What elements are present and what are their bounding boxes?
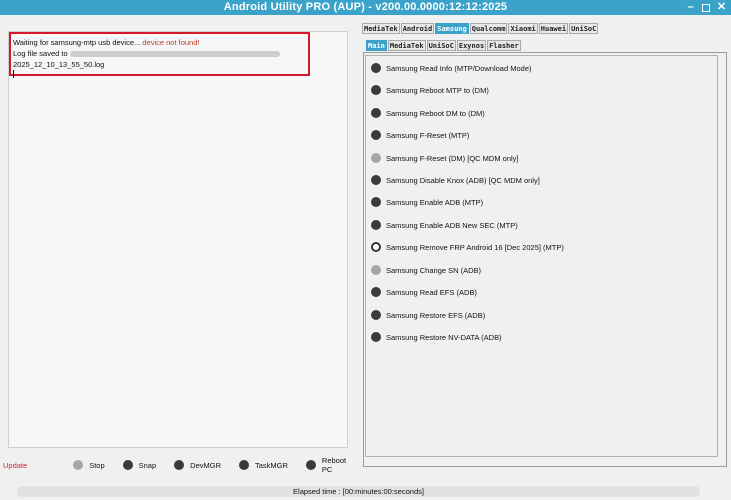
log-waiting-text: Waiting for samsung-mtp usb device...: [13, 38, 143, 47]
tab-xiaomi[interactable]: Xiaomi: [508, 23, 538, 34]
taskmgr-button[interactable]: TaskMGR: [239, 460, 288, 470]
stop-indicator-icon: [73, 460, 84, 470]
subtab-main[interactable]: Main: [366, 40, 387, 51]
op-label: Samsung Read Info (MTP/Download Mode): [386, 63, 532, 73]
vendor-tabs: MediaTek Android Samsung Qualcomm Xiaomi…: [362, 23, 599, 34]
op-label: Samsung F-Reset (DM) [QC MDM only]: [386, 153, 519, 163]
subtab-unisoc[interactable]: UniSoC: [426, 40, 456, 51]
reboot-pc-label: Reboot PC: [321, 456, 347, 474]
op-indicator-icon: [371, 175, 381, 185]
log-saved-text: Log file saved to: [13, 49, 68, 58]
devmgr-button[interactable]: DevMGR: [174, 460, 221, 470]
taskmgr-indicator-icon: [239, 460, 249, 470]
op-label: Samsung Read EFS (ADB): [386, 287, 477, 297]
snap-indicator-icon: [122, 460, 133, 470]
bottom-toolbar: Update Stop Snap DevMGR TaskMGR Reboot P…: [3, 456, 358, 474]
log-cursor: [13, 70, 280, 81]
op-indicator-icon: [371, 310, 381, 320]
subtab-flasher[interactable]: Flasher: [487, 40, 521, 51]
window-controls: – ✕: [685, 0, 727, 15]
log-line-waiting: Waiting for samsung-mtp usb device... de…: [13, 37, 280, 48]
op-indicator-icon: [371, 220, 381, 230]
op-label: Samsung Enable ADB New SEC (MTP): [386, 220, 518, 230]
subtab-exynos[interactable]: Exynos: [456, 40, 487, 51]
op-read-info[interactable]: Samsung Read Info (MTP/Download Mode): [371, 63, 532, 73]
op-indicator-icon: [371, 197, 381, 207]
op-label: Samsung Remove FRP Android 16 [Dec 2025]…: [386, 242, 564, 252]
op-remove-frp[interactable]: Samsung Remove FRP Android 16 [Dec 2025]…: [371, 242, 564, 252]
op-indicator-icon: [371, 265, 381, 275]
tab-samsung[interactable]: Samsung: [435, 23, 469, 34]
op-enable-adb-new-sec[interactable]: Samsung Enable ADB New SEC (MTP): [371, 220, 518, 230]
minimize-button[interactable]: –: [685, 0, 696, 15]
op-reboot-dm-dm[interactable]: Samsung Reboot DM to (DM): [371, 108, 485, 118]
tab-unisoc[interactable]: UniSoC: [569, 23, 599, 34]
maximize-button[interactable]: [702, 3, 710, 12]
subtab-mediatek[interactable]: MediaTek: [387, 40, 426, 51]
op-indicator-icon: [371, 242, 381, 252]
op-restore-nv-data[interactable]: Samsung Restore NV-DATA (ADB): [371, 332, 502, 342]
op-freset-dm[interactable]: Samsung F-Reset (DM) [QC MDM only]: [371, 153, 519, 163]
window-title: Android Utility PRO (AUP) - v200.00.0000…: [223, 1, 508, 13]
op-indicator-icon: [371, 287, 381, 297]
reboot-pc-button[interactable]: Reboot PC: [305, 456, 347, 474]
log-error-text: device not found!: [142, 38, 200, 47]
op-indicator-icon: [371, 153, 381, 163]
samsung-sub-tabs: Main MediaTek UniSoC Exynos Flasher: [366, 40, 522, 51]
title-bar: Android Utility PRO (AUP) - v200.00.0000…: [0, 0, 731, 15]
devmgr-label: DevMGR: [190, 460, 221, 470]
op-indicator-icon: [371, 63, 381, 73]
op-label: Samsung Disable Knox (ADB) [QC MDM only]: [386, 175, 540, 185]
tab-android[interactable]: Android: [400, 23, 435, 34]
log-panel[interactable]: [8, 31, 348, 448]
op-label: Samsung F-Reset (MTP): [386, 130, 470, 140]
op-indicator-icon: [371, 332, 381, 342]
redacted-path: [69, 51, 280, 58]
snap-button[interactable]: Snap: [122, 460, 157, 470]
op-indicator-icon: [371, 108, 381, 118]
update-link[interactable]: Update: [3, 461, 27, 470]
text-cursor: [13, 70, 14, 78]
taskmgr-label: TaskMGR: [255, 460, 288, 470]
tab-qualcomm[interactable]: Qualcomm: [469, 23, 508, 34]
op-label: Samsung Reboot MTP to (DM): [386, 85, 489, 95]
op-label: Samsung Restore NV-DATA (ADB): [386, 332, 502, 342]
op-label: Samsung Reboot DM to (DM): [386, 108, 485, 118]
op-label: Samsung Restore EFS (ADB): [386, 310, 486, 320]
log-line-filename: 2025_12_10_13_55_50.log: [13, 60, 105, 69]
stop-button[interactable]: Stop: [73, 460, 105, 470]
op-read-efs[interactable]: Samsung Read EFS (ADB): [371, 287, 477, 297]
tab-huawei[interactable]: Huawei: [538, 23, 569, 34]
op-indicator-icon: [371, 85, 381, 95]
op-enable-adb[interactable]: Samsung Enable ADB (MTP): [371, 197, 483, 207]
stop-label: Stop: [89, 460, 105, 470]
op-indicator-icon: [371, 130, 381, 140]
op-reboot-mtp-dm[interactable]: Samsung Reboot MTP to (DM): [371, 85, 489, 95]
op-disable-knox[interactable]: Samsung Disable Knox (ADB) [QC MDM only]: [371, 175, 540, 185]
elapsed-time-bar: Elapsed time : [00:minutes:00:seconds]: [17, 486, 700, 497]
op-restore-efs[interactable]: Samsung Restore EFS (ADB): [371, 310, 485, 320]
log-text: Waiting for samsung-mtp usb device... de…: [13, 37, 280, 81]
tab-mediatek[interactable]: MediaTek: [362, 23, 400, 34]
log-line-saved: Log file saved to: [13, 48, 280, 59]
reboot-pc-indicator-icon: [305, 460, 316, 470]
op-label: Samsung Enable ADB (MTP): [386, 197, 484, 207]
op-change-sn[interactable]: Samsung Change SN (ADB): [371, 265, 481, 275]
op-freset-mtp[interactable]: Samsung F-Reset (MTP): [371, 130, 469, 140]
devmgr-indicator-icon: [174, 460, 185, 470]
snap-label: Snap: [138, 460, 157, 470]
close-button[interactable]: ✕: [716, 0, 727, 15]
op-label: Samsung Change SN (ADB): [386, 265, 482, 275]
